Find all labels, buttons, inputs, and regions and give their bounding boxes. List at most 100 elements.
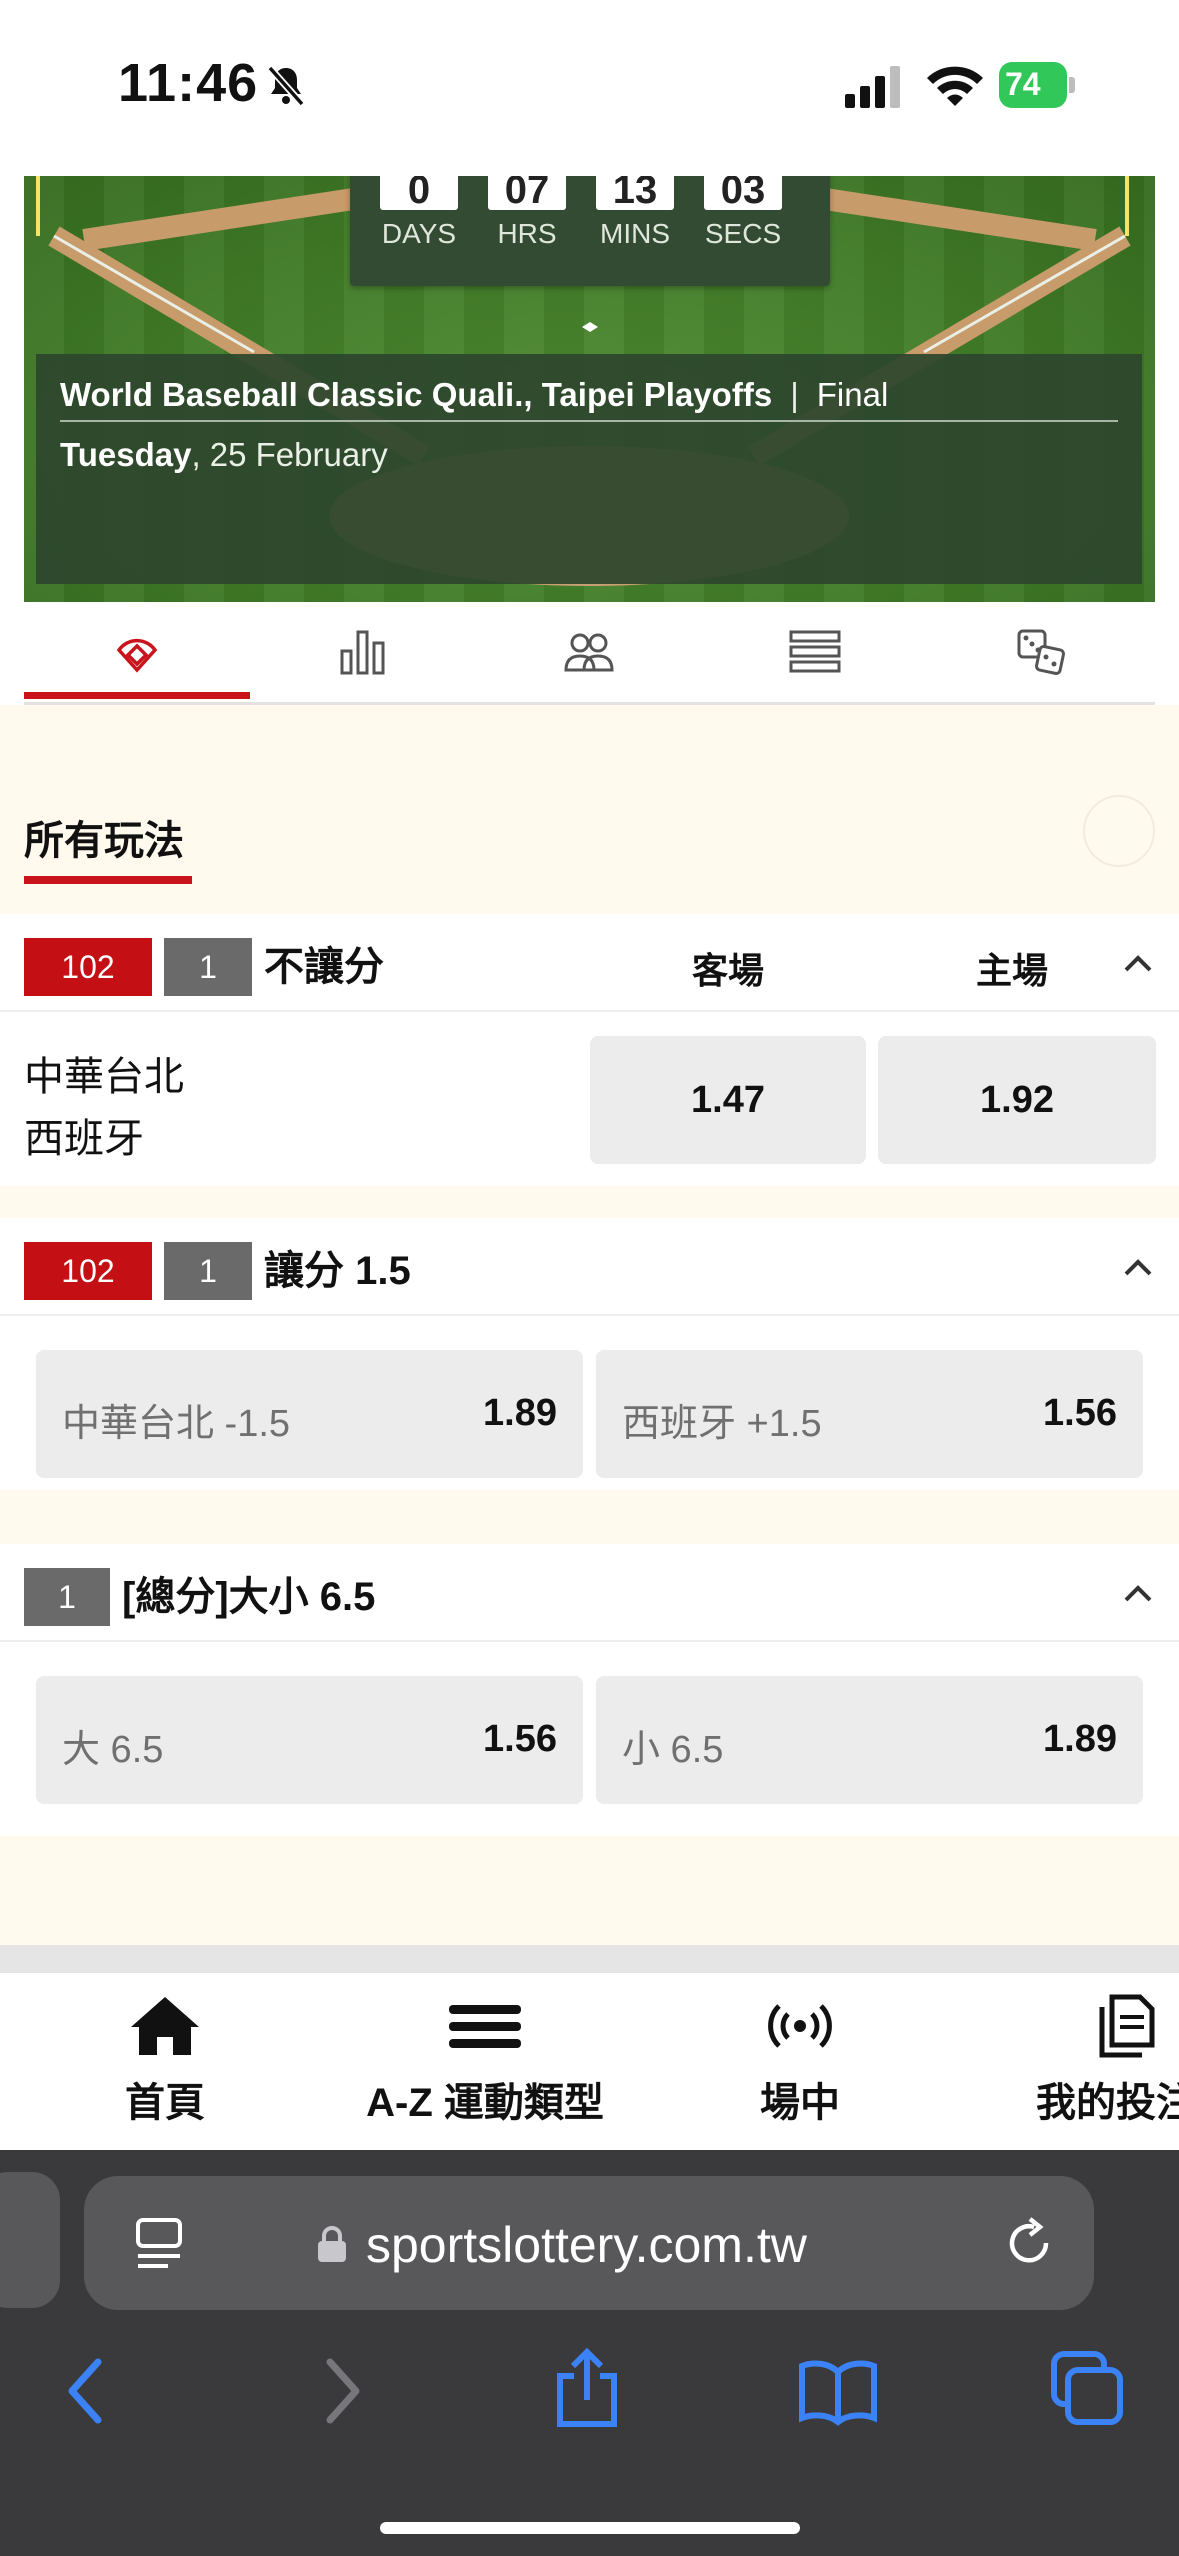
tabs-icon[interactable]	[1050, 2350, 1124, 2426]
live-icon	[768, 2004, 832, 2048]
countdown-hours: 07	[488, 176, 566, 212]
all-markets-title[interactable]: 所有玩法	[24, 808, 184, 866]
odds-button-over[interactable]: 大 6.5 1.56	[36, 1676, 583, 1804]
all-markets-underline	[24, 876, 192, 884]
tab-markets[interactable]	[24, 602, 250, 702]
team-home-name: 中華台北	[24, 1055, 184, 1099]
nav-label: 首頁	[125, 2081, 205, 2125]
my-bets-icon	[1099, 1994, 1155, 2058]
url-text: sportslottery.com.tw	[366, 2217, 807, 2273]
cellular-signal-icon	[845, 66, 900, 108]
market-count-badge: 1	[24, 1568, 110, 1626]
back-icon[interactable]	[64, 2356, 108, 2426]
chevron-up-icon[interactable]	[1118, 1574, 1158, 1614]
battery-indicator: 74	[999, 62, 1079, 108]
market-header[interactable]: 1 [總分]大小 6.5	[0, 1544, 1179, 1642]
odds-label: 小 6.5	[622, 1729, 724, 1771]
market-handicap: 102 1 讓分 1.5 中華台北 -1.5 1.89 西班牙 +1.5 1.5…	[0, 1218, 1179, 1490]
baseball-field-icon	[116, 638, 158, 673]
share-icon[interactable]	[552, 2346, 622, 2430]
odds-value: 1.89	[1043, 1718, 1117, 1760]
odds-value: 1.89	[483, 1392, 557, 1434]
odds-label: 西班牙 +1.5	[622, 1403, 822, 1445]
tab-odds[interactable]	[928, 602, 1154, 702]
bar-chart-icon	[340, 630, 385, 675]
odds-value: 1.56	[1043, 1392, 1117, 1434]
title-separator: |	[790, 376, 799, 413]
countdown-timer: 0 DAYS 07 HRS 13 MINS 03 SECS	[350, 176, 830, 286]
countdown-seconds-label: SECS	[704, 218, 782, 249]
odds-value: 1.92	[980, 1079, 1054, 1121]
filter-circle-button[interactable]	[1083, 795, 1155, 867]
market-code-badge: 102	[24, 938, 152, 996]
column-away: 客場	[692, 950, 765, 991]
match-title: World Baseball Classic Quali., Taipei Pl…	[60, 376, 888, 414]
divider	[60, 420, 1118, 422]
active-tab-indicator	[24, 692, 250, 699]
odds-button-home[interactable]: 1.92	[878, 1036, 1156, 1164]
nav-label: A-Z 運動類型	[366, 2081, 604, 2125]
match-date: Tuesday, 25 February	[60, 436, 388, 474]
previous-tab-pill[interactable]	[0, 2172, 60, 2308]
odds-button-handicap-2[interactable]: 西班牙 +1.5 1.56	[596, 1350, 1143, 1478]
odds-button-handicap-1[interactable]: 中華台北 -1.5 1.89	[36, 1350, 583, 1478]
odds-label: 中華台北 -1.5	[62, 1403, 291, 1445]
nav-live[interactable]: 場中	[720, 1993, 880, 2128]
nav-sports-az[interactable]: A-Z 運動類型	[340, 1993, 630, 2128]
market-count-badge: 1	[164, 1242, 252, 1300]
nav-label: 我的投注	[1036, 2081, 1179, 2125]
match-info: World Baseball Classic Quali., Taipei Pl…	[36, 354, 1142, 584]
page-menu-icon[interactable]	[134, 2216, 186, 2270]
market-header[interactable]: 102 1 不讓分 客場 主場	[0, 914, 1179, 1012]
address-bar[interactable]: sportslottery.com.tw	[84, 2176, 1094, 2310]
odds-value: 1.56	[483, 1718, 557, 1760]
countdown-minutes-label: MINS	[600, 218, 670, 249]
status-bar: 11:46 74	[0, 0, 1179, 170]
countdown-seconds: 03	[704, 176, 782, 212]
wifi-icon	[927, 66, 983, 106]
chevron-up-icon[interactable]	[1118, 944, 1158, 984]
market-name: [總分]大小 6.5	[122, 1575, 376, 1619]
countdown-days-label: DAYS	[381, 218, 457, 249]
forward-icon[interactable]	[320, 2356, 364, 2426]
reload-icon[interactable]	[1002, 2216, 1056, 2270]
nav-my-bets[interactable]: 我的投注	[1036, 1993, 1179, 2128]
team-away-name: 西班牙	[24, 1117, 144, 1161]
bottom-nav: 首頁 A-Z 運動類型 場中 我的投注	[0, 1973, 1179, 2150]
home-indicator	[380, 2522, 800, 2534]
browser-toolbar: sportslottery.com.tw	[0, 2150, 1179, 2556]
market-count-badge: 1	[164, 938, 252, 996]
clock: 11:46	[118, 53, 259, 113]
odds-label: 大 6.5	[62, 1729, 164, 1771]
divider	[0, 1945, 1179, 1973]
odds-value: 1.47	[691, 1079, 765, 1121]
odds-button-under[interactable]: 小 6.5 1.89	[596, 1676, 1143, 1804]
tab-lineups[interactable]	[476, 602, 702, 702]
nav-home[interactable]: 首頁	[85, 1993, 245, 2128]
chevron-up-icon[interactable]	[1118, 1248, 1158, 1288]
match-date-text: , 25 February	[191, 436, 388, 473]
bookmarks-icon[interactable]	[798, 2356, 878, 2426]
countdown-days: 0	[380, 176, 458, 212]
column-home: 主場	[976, 950, 1049, 991]
match-tabs	[24, 602, 1155, 705]
market-header[interactable]: 102 1 讓分 1.5	[0, 1218, 1179, 1316]
match-stage: Final	[816, 376, 889, 413]
market-name: 讓分 1.5	[264, 1249, 411, 1293]
dice-icon	[1017, 629, 1065, 675]
list-icon	[789, 630, 841, 673]
tab-standings[interactable]	[702, 602, 928, 702]
market-moneyline: 102 1 不讓分 客場 主場 中華台北 西班牙 1.47 1.92	[0, 914, 1179, 1186]
match-day: Tuesday	[60, 436, 192, 473]
odds-button-away[interactable]: 1.47	[590, 1036, 866, 1164]
lock-icon	[318, 2226, 346, 2262]
nav-label: 場中	[760, 2081, 840, 2125]
countdown-hours-label: HRS	[497, 218, 557, 249]
menu-icon	[449, 2005, 521, 2048]
countdown-minutes: 13	[596, 176, 674, 212]
home-icon	[131, 1997, 199, 2055]
tab-stats[interactable]	[250, 602, 476, 702]
competition-name: World Baseball Classic Quali., Taipei Pl…	[60, 376, 773, 413]
bell-muted-icon	[267, 65, 305, 107]
market-name: 不讓分	[264, 945, 384, 989]
